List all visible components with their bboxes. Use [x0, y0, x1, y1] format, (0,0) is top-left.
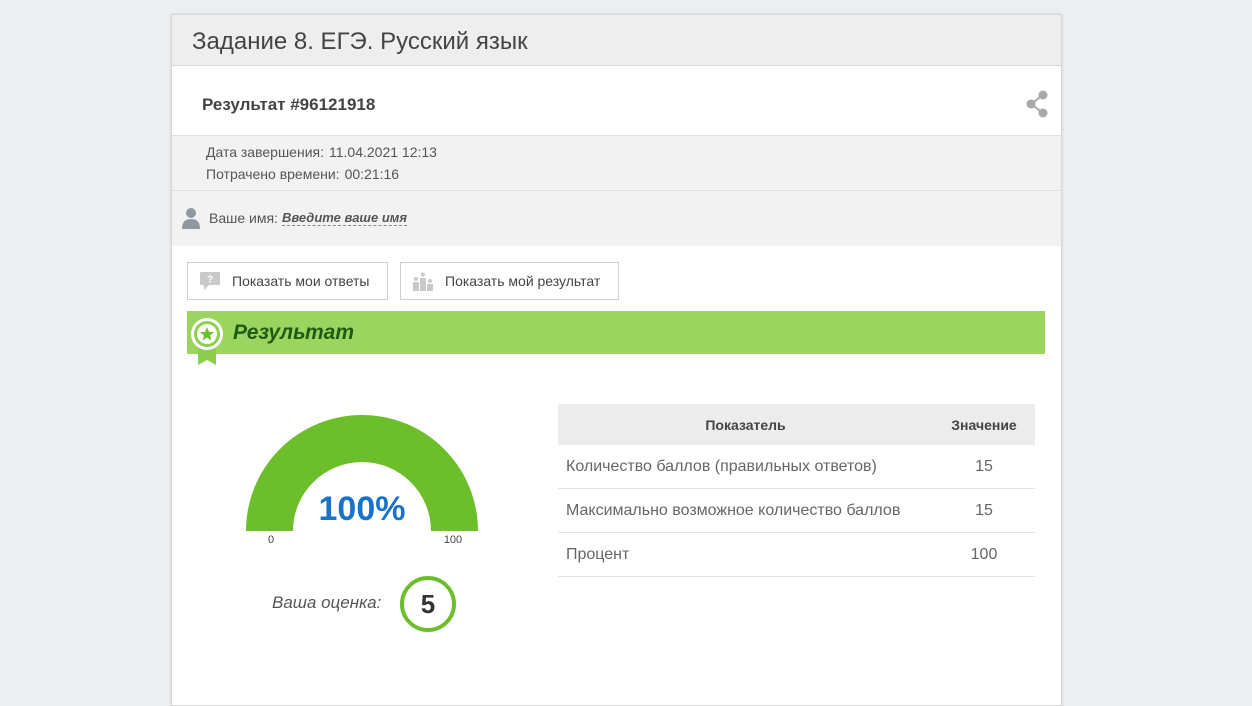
show-answers-label: Показать мои ответы: [232, 273, 370, 289]
table-header-indicator: Показатель: [558, 404, 933, 445]
table-row: Максимально возможное количество баллов …: [558, 488, 1035, 533]
time-spent-value: 00:21:16: [344, 166, 400, 182]
show-result-label: Показать мой результат: [445, 273, 601, 289]
gauge-value: 100%: [319, 490, 406, 528]
banner-title: Результат: [233, 321, 355, 344]
result-banner: Результат: [187, 311, 1045, 354]
grade-label: Ваша оценка:: [272, 593, 382, 612]
user-name-row: Ваше имя: Введите ваше имя: [172, 191, 1061, 246]
table-cell-name: Количество баллов (правильных ответов): [558, 445, 933, 489]
result-meta: Дата завершения: 11.04.2021 12:13 Потраче…: [172, 136, 1061, 191]
podium-icon: [413, 272, 433, 291]
enter-name-link[interactable]: Введите ваше имя: [282, 211, 408, 226]
result-card: Задание 8. ЕГЭ. Русский язык Результат #…: [171, 14, 1062, 706]
score-gauge: 100% 0 100: [246, 414, 478, 546]
user-name-label: Ваше имя:: [209, 210, 278, 226]
table-row: Процент 100: [558, 532, 1035, 577]
gauge-max-label: 100: [444, 534, 462, 546]
page-title: Задание 8. ЕГЭ. Русский язык: [192, 28, 528, 55]
table-header-row: Показатель Значение: [558, 404, 1035, 445]
finish-date-label: Дата завершения:: [206, 144, 324, 160]
table-cell-name: Процент: [558, 532, 933, 577]
table-cell-name: Максимально возможное количество баллов: [558, 488, 933, 533]
show-answers-button[interactable]: ? Показать мои ответы: [187, 262, 388, 300]
gauge-min-label: 0: [268, 534, 274, 546]
time-spent-label: Потрачено времени:: [206, 166, 340, 182]
result-title: Результат #96121918: [202, 95, 376, 114]
table-cell-value: 15: [933, 488, 1035, 533]
stats-table: Показатель Значение Количество баллов (п…: [558, 404, 1035, 577]
question-bubble-icon: ?: [200, 272, 220, 290]
table-cell-value: 15: [933, 445, 1035, 489]
table-cell-value: 100: [933, 532, 1035, 577]
table-row: Количество баллов (правильных ответов) 1…: [558, 445, 1035, 489]
show-result-button[interactable]: Показать мой результат: [400, 262, 619, 300]
grade-badge: 5: [400, 576, 456, 632]
finish-date-value: 11.04.2021 12:13: [329, 144, 437, 160]
card-header: Задание 8. ЕГЭ. Русский язык: [172, 15, 1061, 66]
result-header: Результат #96121918: [172, 67, 1061, 136]
table-header-value: Значение: [933, 404, 1035, 445]
share-icon[interactable]: [1025, 89, 1049, 119]
user-icon: [182, 208, 200, 229]
finish-date-line: Дата завершения: 11.04.2021 12:13: [206, 144, 437, 160]
time-spent-line: Потрачено времени: 00:21:16: [206, 166, 399, 182]
svg-text:?: ?: [207, 275, 213, 286]
award-ribbon-icon: [191, 318, 223, 365]
